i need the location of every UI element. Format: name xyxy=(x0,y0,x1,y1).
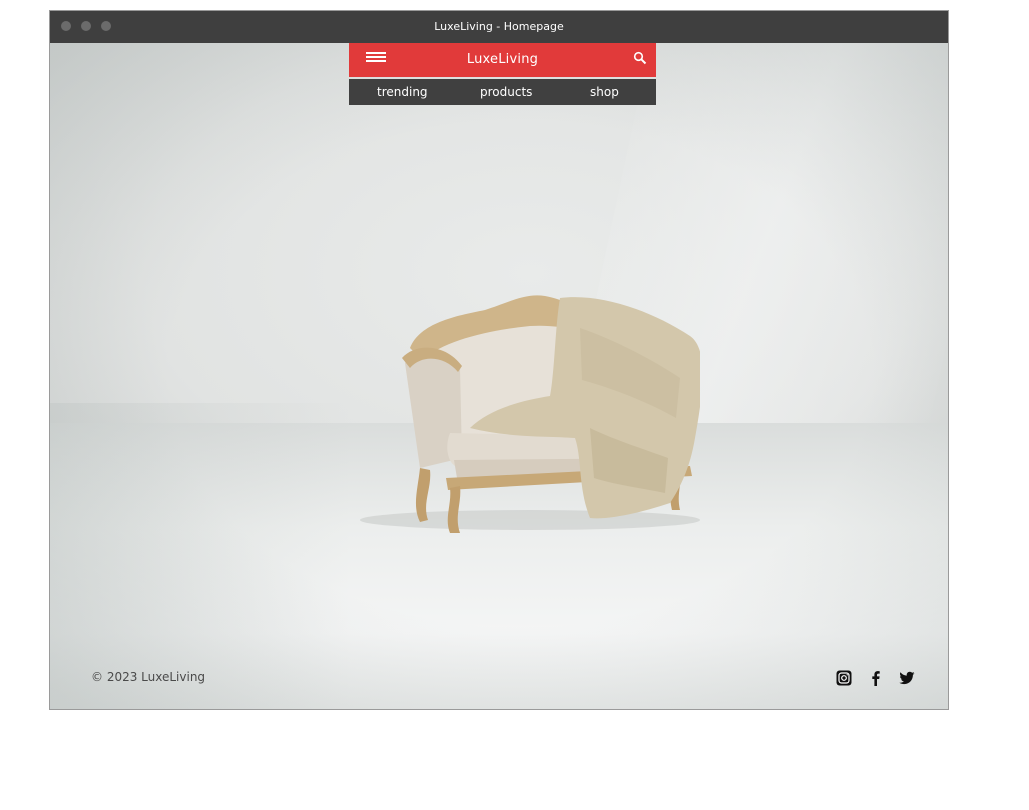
twitter-icon[interactable] xyxy=(899,670,915,686)
copyright-text: © 2023 LuxeLiving xyxy=(91,670,206,684)
hero-image xyxy=(50,43,948,709)
brand-name[interactable]: LuxeLiving xyxy=(349,43,656,77)
window-title: LuxeLiving - Homepage xyxy=(434,20,564,33)
title-bar: LuxeLiving - Homepage xyxy=(50,11,948,43)
nav-trending[interactable]: trending xyxy=(377,79,428,105)
facebook-icon[interactable] xyxy=(868,670,884,686)
category-nav: trending products shop xyxy=(349,79,656,105)
instagram-icon[interactable] xyxy=(836,670,852,686)
nav-shop[interactable]: shop xyxy=(590,79,619,105)
search-icon[interactable] xyxy=(633,51,647,65)
nav-products[interactable]: products xyxy=(480,79,532,105)
browser-window: LuxeLiving - Homepage LuxeLiving trendin… xyxy=(49,10,949,710)
top-header-bar: LuxeLiving xyxy=(349,43,656,77)
